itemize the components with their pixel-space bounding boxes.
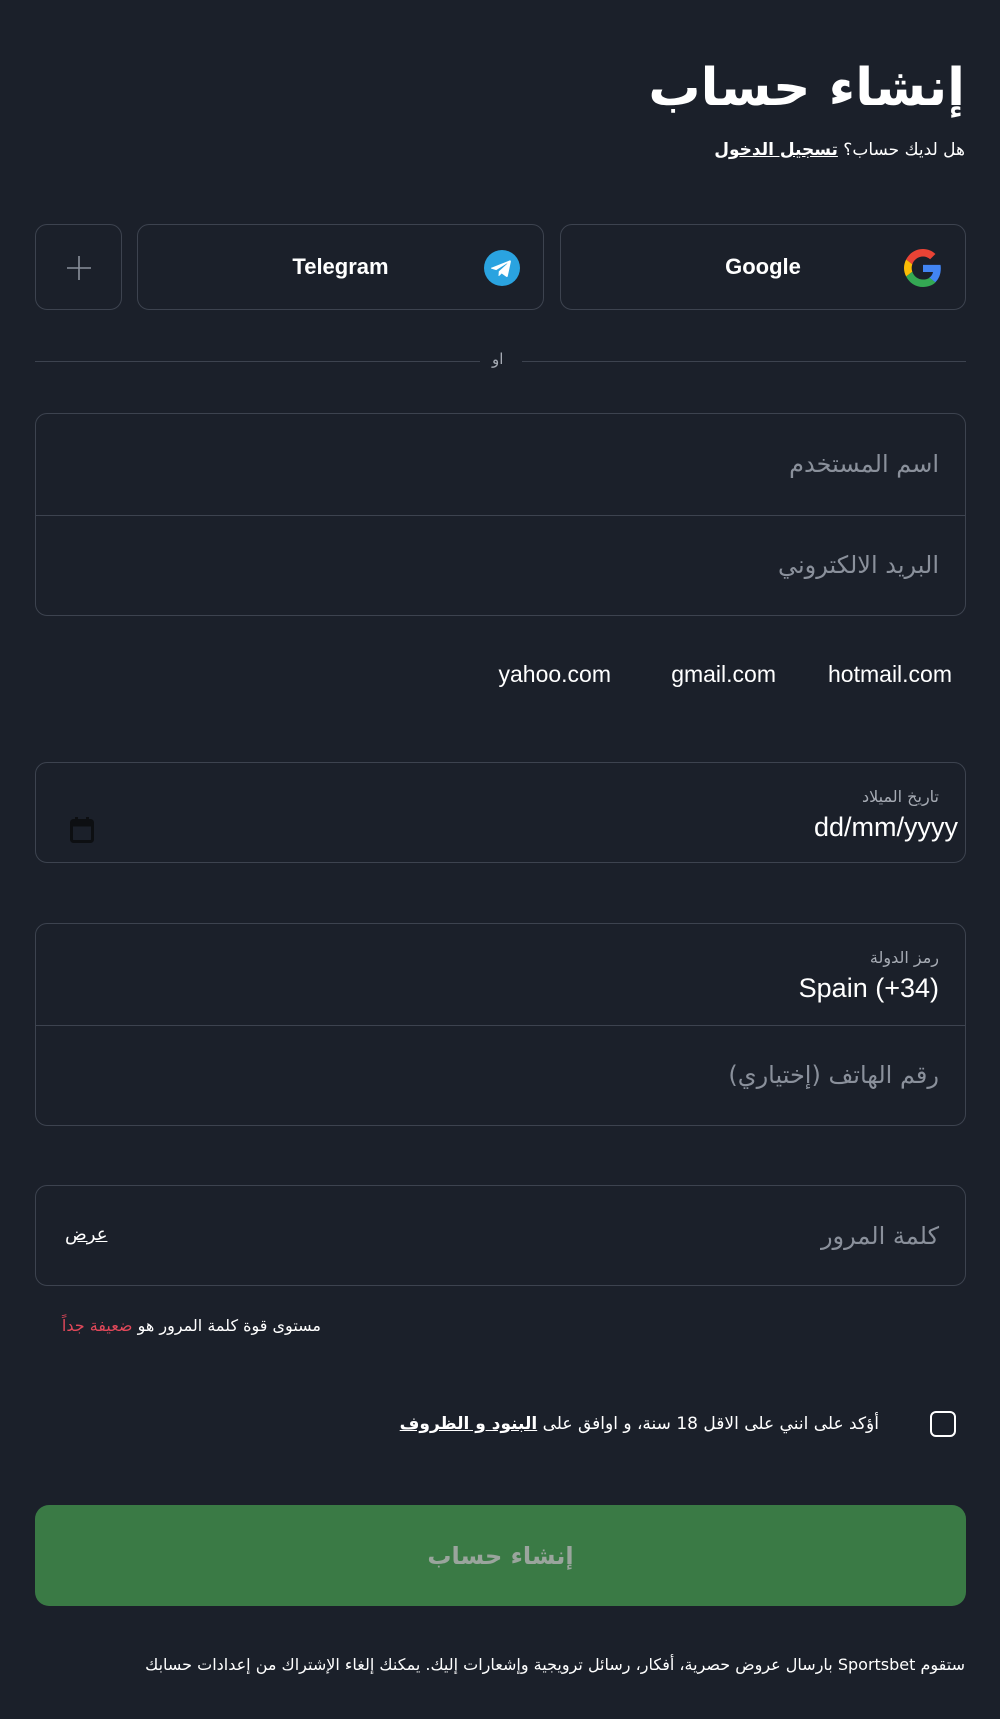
telegram-signin-button[interactable]: Telegram (137, 224, 544, 310)
divider-line-right (522, 361, 966, 362)
calendar-icon[interactable] (70, 817, 94, 843)
have-account-text: هل لديك حساب؟ (843, 140, 965, 160)
page-title: إنشاء حساب (648, 58, 965, 118)
field-separator (36, 1025, 965, 1026)
show-password-button[interactable]: عرض (65, 1224, 107, 1245)
email-suggestion-yahoo[interactable]: yahoo.com (498, 661, 611, 688)
login-link[interactable]: تسجيل الدخول (714, 140, 838, 160)
password-strength: مستوى قوة كلمة المرور هو ضعيفة جداً (62, 1316, 321, 1335)
create-account-label: إنشاء حساب (427, 1541, 574, 1570)
marketing-notice: ستقوم Sportsbet بارسال عروض حصرية، أفكار… (145, 1655, 965, 1674)
phone-input[interactable]: رقم الهاتف (إختياري) (728, 1061, 939, 1089)
email-suggestion-gmail[interactable]: gmail.com (671, 661, 776, 688)
country-code-label: رمز الدولة (869, 948, 939, 967)
terms-checkbox[interactable] (930, 1411, 956, 1437)
terms-statement: أؤكد على انني على الاقل 18 سنة، و اوافق … (542, 1414, 879, 1434)
country-code-select[interactable]: Spain (+34) (799, 973, 939, 1004)
divider-line-left (35, 361, 480, 362)
plus-icon (67, 256, 91, 280)
email-suggestion-hotmail[interactable]: hotmail.com (828, 661, 952, 688)
birthdate-field[interactable]: تاريخ الميلاد dd/mm/yyyy (35, 762, 966, 863)
or-label: او (492, 350, 504, 368)
google-signin-button[interactable]: Google (560, 224, 966, 310)
birthdate-label: تاريخ الميلاد (862, 787, 939, 806)
telegram-icon (484, 250, 520, 286)
strength-text: مستوى قوة كلمة المرور هو (137, 1316, 321, 1335)
google-icon (904, 249, 941, 287)
login-prompt: هل لديك حساب؟ تسجيل الدخول (714, 140, 965, 160)
create-account-button[interactable]: إنشاء حساب (35, 1505, 966, 1606)
phone-fields-group: رمز الدولة Spain (+34) رقم الهاتف (إختيا… (35, 923, 966, 1126)
strength-value: ضعيفة جداً (61, 1316, 133, 1335)
field-separator (36, 515, 965, 516)
telegram-label: Telegram (292, 254, 389, 279)
terms-link[interactable]: البنود و الظروف (400, 1414, 538, 1434)
terms-text: أؤكد على انني على الاقل 18 سنة، و اوافق … (400, 1414, 879, 1434)
password-field: كلمة المرور عرض (35, 1185, 966, 1286)
birthdate-value: dd/mm/yyyy (813, 812, 958, 842)
password-input[interactable]: كلمة المرور (821, 1222, 939, 1250)
more-signin-options-button[interactable] (35, 224, 122, 310)
account-fields-group: اسم المستخدم البريد الالكتروني (35, 413, 966, 616)
email-input[interactable]: البريد الالكتروني (778, 551, 939, 579)
username-input[interactable]: اسم المستخدم (789, 450, 939, 478)
